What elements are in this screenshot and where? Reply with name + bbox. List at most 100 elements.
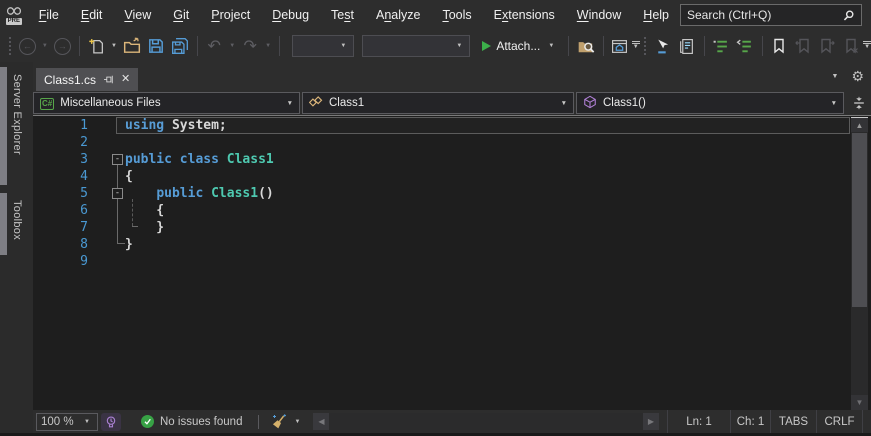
solution-explorer-button[interactable] (608, 34, 632, 58)
toolbar-overflow-button[interactable]: ▼ (631, 42, 640, 50)
vertical-scrollbar[interactable]: ▲ ▼ (851, 117, 868, 410)
fold-margin (93, 168, 125, 185)
tab-class1-cs[interactable]: Class1.cs ✕ (36, 68, 139, 91)
attach-button[interactable]: Attach... ▼ (476, 34, 563, 58)
split-editor-button[interactable] (846, 91, 871, 115)
class-icon (308, 95, 323, 107)
sidebar-tab-toolbox[interactable]: Toolbox (0, 193, 33, 255)
scroll-down-arrow[interactable]: ▼ (851, 395, 868, 410)
new-file-button[interactable] (84, 34, 108, 58)
bookmark-overflow-button[interactable]: ▼ (863, 42, 871, 50)
attach-label: Attach... (496, 39, 541, 53)
toolbar-grip[interactable] (9, 37, 12, 55)
list-members-button[interactable] (651, 34, 675, 58)
code-line-2[interactable]: 2 (33, 134, 851, 151)
indent-guide-tick (132, 226, 138, 227)
menu-analyze[interactable]: Analyze (365, 0, 431, 30)
next-bookmark-button[interactable] (815, 34, 839, 58)
editor-health-button[interactable] (101, 412, 121, 431)
redo-button[interactable]: ↷ (238, 34, 262, 58)
status-crlf[interactable]: CRLF (816, 410, 862, 433)
scroll-up-arrow[interactable]: ▲ (851, 117, 868, 132)
line-number: 6 (80, 203, 88, 218)
scroll-right-arrow[interactable]: ▶ (643, 413, 659, 430)
toggle-bookmark-button[interactable] (767, 34, 791, 58)
undo-button[interactable]: ↶ (202, 34, 226, 58)
code-line-4[interactable]: 4{ (33, 168, 851, 185)
navbar-member-dropdown[interactable]: Class1() ▼ (576, 92, 844, 114)
navbar-type-dropdown[interactable]: Class1 ▼ (302, 92, 574, 114)
menu-debug[interactable]: Debug (261, 0, 320, 30)
chevron-down-icon: ▼ (340, 43, 347, 49)
gear-icon[interactable]: ⚙ (851, 69, 864, 83)
code-editor[interactable]: 1 using System; 2 3- public class Class1 4{5-… (33, 115, 871, 410)
undo-chevron-icon[interactable]: ▼ (226, 43, 238, 49)
save-all-button[interactable] (168, 34, 192, 58)
line-number: 2 (80, 135, 88, 150)
menu-edit[interactable]: Edit (70, 0, 114, 30)
save-button[interactable] (144, 34, 168, 58)
search-input[interactable] (687, 8, 842, 22)
navigate-backward-button[interactable]: ← (18, 37, 36, 55)
menu-extensions[interactable]: Extensions (483, 0, 566, 30)
menu-window[interactable]: Window (566, 0, 632, 30)
scrollbar-thumb[interactable] (852, 133, 867, 307)
status-tabs[interactable]: TABS (770, 410, 816, 433)
search-icon (843, 10, 854, 21)
code-line-7[interactable]: 7 } (33, 219, 851, 236)
fold-margin (93, 253, 125, 270)
fold-margin: - (93, 185, 125, 202)
horizontal-scrollbar[interactable]: ◀ ▶ (313, 413, 659, 430)
redo-chevron-icon[interactable]: ▼ (262, 43, 274, 49)
line-number: 1 (80, 118, 88, 133)
code-line-1[interactable]: 1 using System; (33, 117, 851, 134)
chevron-down-icon: ▼ (632, 43, 639, 50)
code-text: { (125, 203, 165, 218)
menu-help[interactable]: Help (632, 0, 680, 30)
find-in-files-button[interactable] (574, 34, 598, 58)
new-file-chevron-icon[interactable]: ▼ (108, 43, 120, 49)
menu-test[interactable]: Test (320, 0, 365, 30)
code-cleanup-button[interactable]: ▼ (271, 413, 303, 430)
uncomment-button[interactable] (733, 34, 757, 58)
open-file-button[interactable] (120, 34, 144, 58)
parameter-info-button[interactable] (675, 34, 699, 58)
editor-status-bar: 100 % ▼ No issues found ▼ ◀ ▶ Ln: 1 Ch: … (33, 410, 871, 433)
dropdown-label: Class1 (329, 97, 365, 109)
previous-bookmark-button[interactable] (791, 34, 815, 58)
toolbar-combo-1[interactable]: ▼ (292, 35, 355, 57)
pin-icon[interactable] (103, 74, 114, 85)
clear-bookmarks-button[interactable] (839, 34, 863, 58)
close-icon[interactable]: ✕ (121, 74, 130, 85)
tab-list-chevron-icon[interactable]: ▼ (832, 73, 839, 80)
code-line-8[interactable]: 8} (33, 236, 851, 253)
toolbar-combo-2[interactable]: ▼ (362, 35, 471, 57)
code-line-5[interactable]: 5 - public Class1() (33, 185, 851, 202)
menu-file[interactable]: File (28, 0, 70, 30)
toolbar-grip[interactable] (643, 37, 647, 55)
fold-collapse-marker[interactable]: - (112, 154, 123, 165)
menu-tools[interactable]: Tools (431, 0, 482, 30)
code-line-3[interactable]: 3 - public class Class1 (33, 151, 851, 168)
caret-position-fields: Ln: 1 Ch: 1 TABS CRLF (667, 410, 862, 433)
code-area[interactable]: 1 using System; 2 3- public class Class1 4{5-… (33, 117, 851, 410)
scroll-left-arrow[interactable]: ◀ (313, 413, 330, 430)
line-number: 8 (80, 237, 88, 252)
menu-git[interactable]: Git (162, 0, 200, 30)
code-line-9[interactable]: 9 (33, 253, 851, 270)
scrollbar-track[interactable] (329, 413, 643, 430)
fold-collapse-marker[interactable]: - (112, 188, 123, 199)
issues-indicator[interactable]: No issues found (141, 415, 242, 428)
zoom-control[interactable]: 100 % ▼ (36, 412, 98, 431)
navigate-backward-chevron-icon[interactable]: ▼ (39, 43, 51, 49)
sidebar-tab-server-explorer[interactable]: Server Explorer (0, 67, 33, 185)
comment-out-button[interactable] (709, 34, 733, 58)
menu-view[interactable]: View (113, 0, 162, 30)
search-box[interactable] (680, 4, 862, 26)
code-line-6[interactable]: 6 { (33, 202, 851, 219)
save-icon (149, 39, 163, 53)
navigate-forward-button[interactable]: → (53, 37, 71, 55)
uncomment-lines-icon (736, 39, 752, 52)
menu-project[interactable]: Project (200, 0, 261, 30)
navbar-project-dropdown[interactable]: C# Miscellaneous Files ▼ (33, 92, 300, 114)
